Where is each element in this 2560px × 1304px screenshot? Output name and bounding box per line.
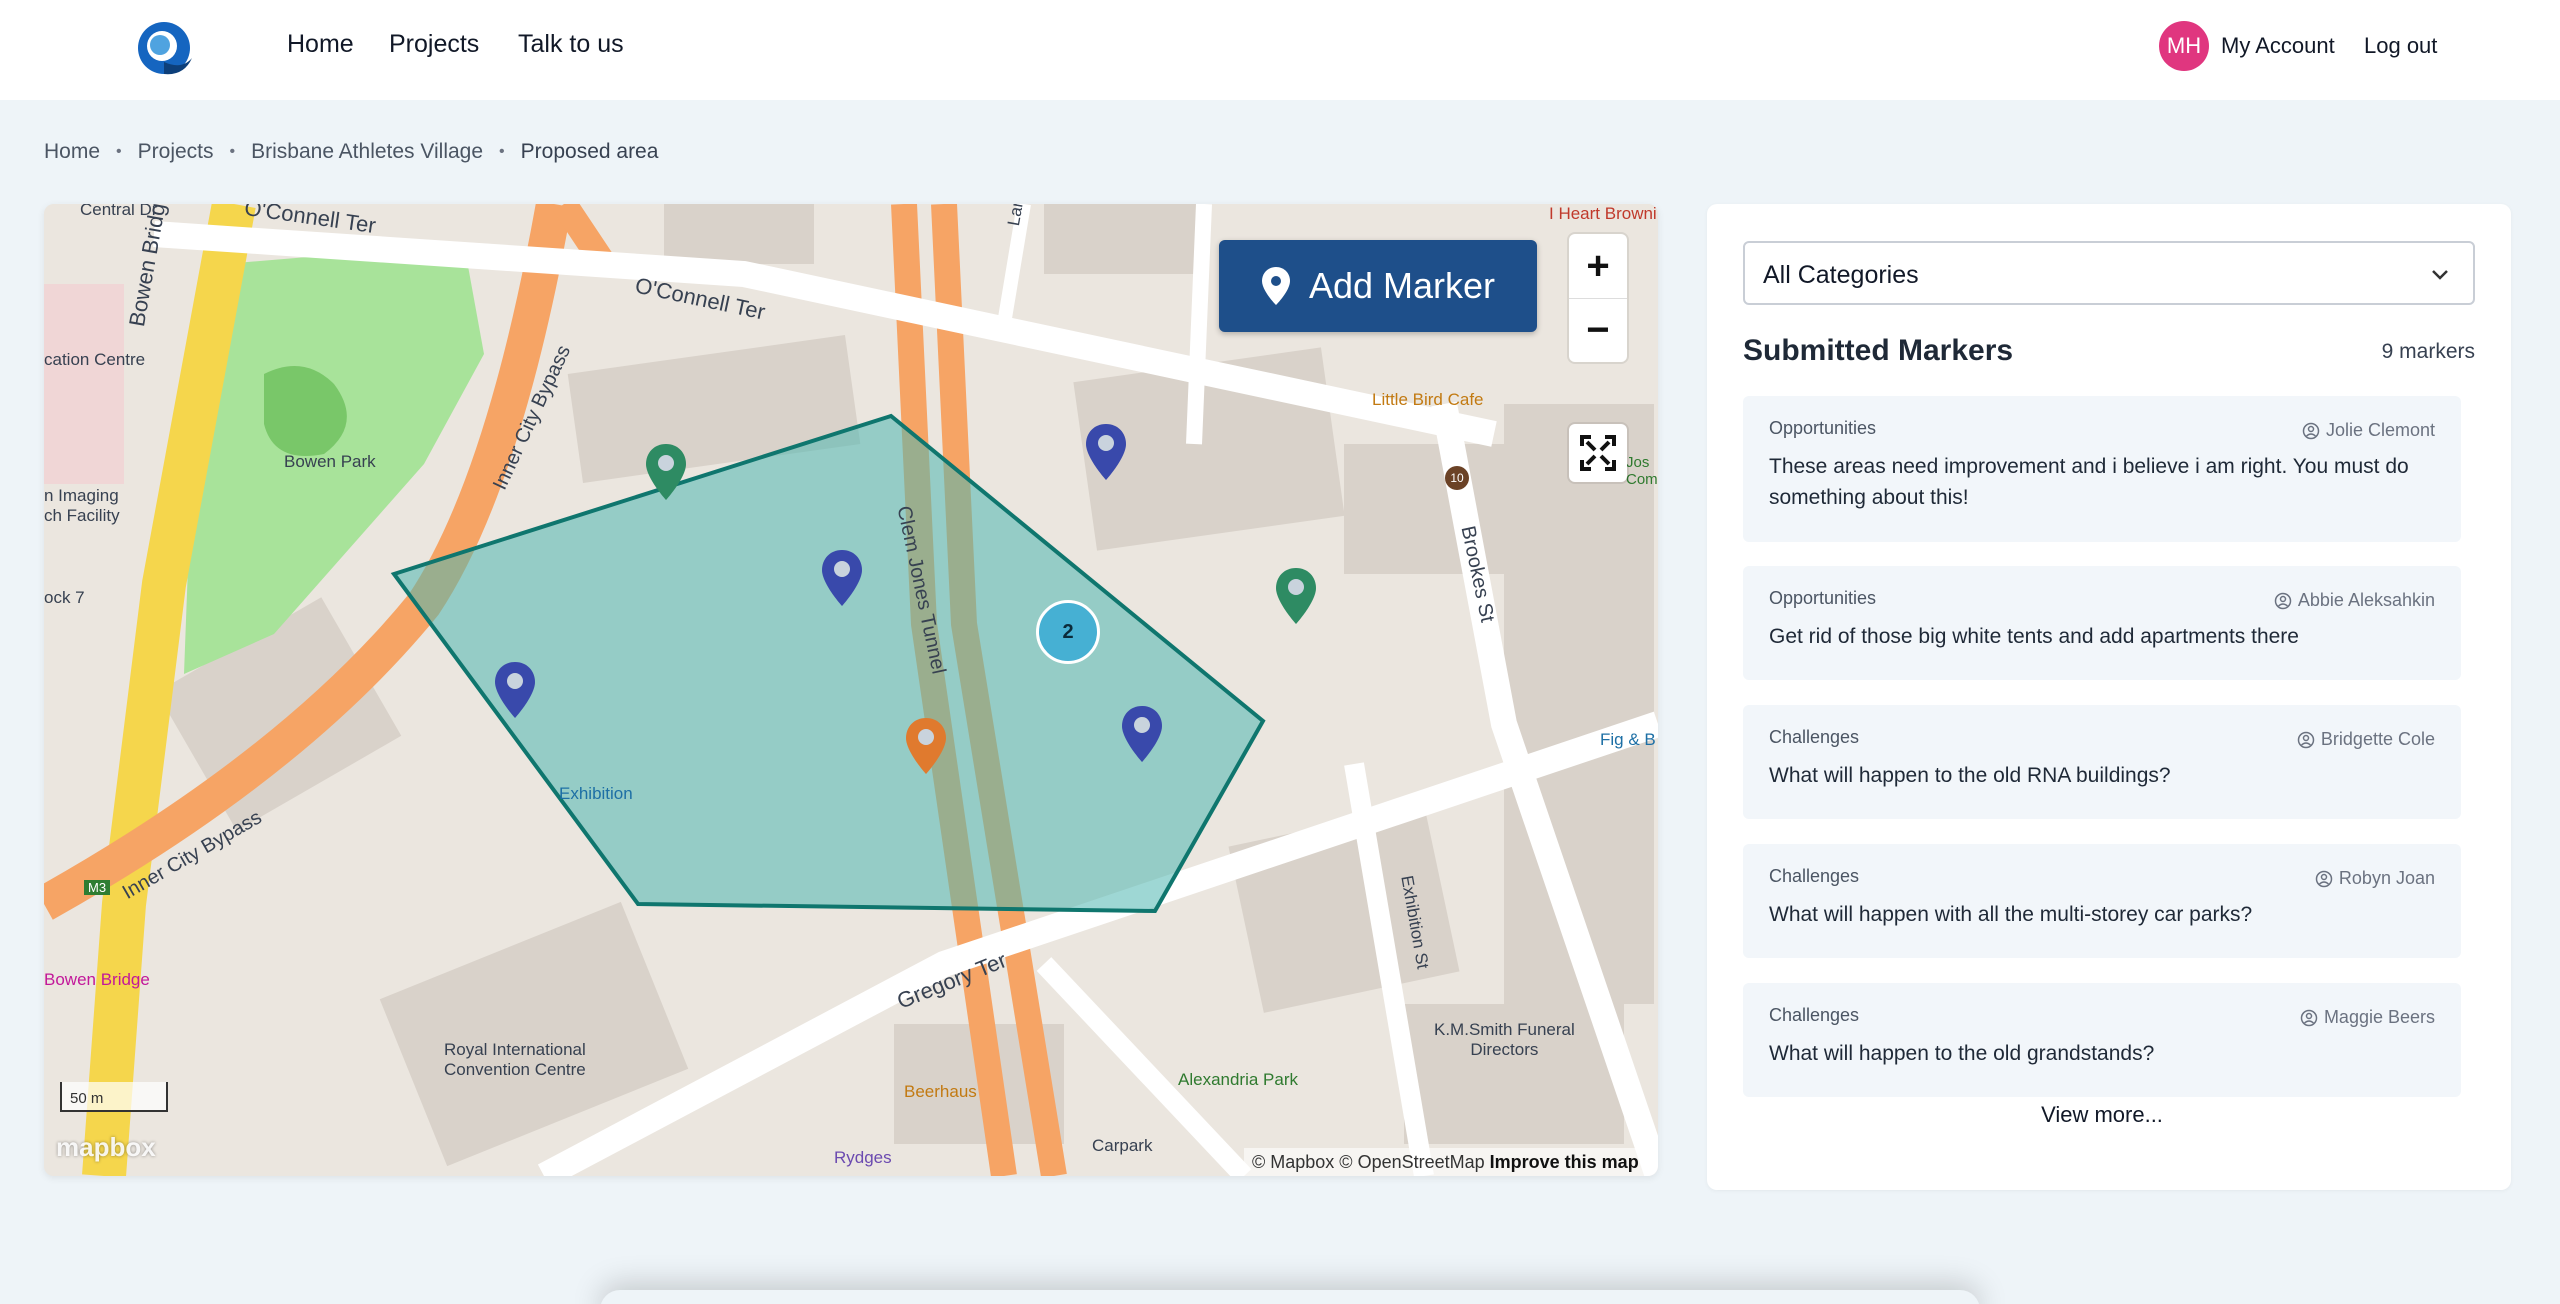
marker-author-name: Bridgette Cole [2320,729,2435,749]
top-navbar: Home Projects Talk to us MH My Account L… [0,0,2560,100]
marker-author: Bridgette Cole [2297,729,2435,750]
marker-author-name: Jolie Clemont [2325,420,2435,440]
map-label-beerhaus: Beerhaus [904,1082,977,1101]
nav-talk-link[interactable]: Talk to us [518,30,624,59]
user-circle-icon [2302,422,2320,439]
marker-card[interactable]: Challenges Bridgette Cole What will happ… [1743,705,2461,819]
add-marker-button[interactable]: Add Marker [1219,240,1537,332]
panel-title: Submitted Markers [1743,334,2014,367]
map-label-i-heart-brownies: I Heart Browni [1549,204,1657,223]
map-label-little-bird-cafe: Little Bird Cafe [1372,390,1484,409]
map-poi-10-badge: 10 [1445,466,1469,490]
nav-projects-link[interactable]: Projects [389,30,479,59]
zoom-control: + − [1569,234,1627,362]
marker-cluster[interactable]: 2 [1036,600,1100,664]
fullscreen-icon [1580,435,1616,471]
user-circle-icon [2315,870,2333,887]
map-marker-green-icon[interactable] [644,442,688,502]
zoom-in-button[interactable]: + [1569,234,1627,298]
map-label-bowen-bridge: Bowen Bridge [44,970,150,989]
bottom-panel-edge [600,1290,1980,1304]
map-marker-blue-icon[interactable] [1120,704,1164,764]
marker-text: These areas need improvement and i belie… [1769,455,2409,509]
breadcrumb-separator: • [116,143,122,160]
map-label-m3-shield: M3 [84,880,111,895]
map-label-carpark: Carpark [1092,1136,1153,1155]
map-label-dock-7: ock 7 [44,588,85,607]
marker-card[interactable]: Opportunities Jolie Clemont These areas … [1743,396,2461,542]
attribution-text[interactable]: © Mapbox © OpenStreetMap [1252,1152,1485,1172]
map-label-royal-international: Royal International Convention Centre [444,1040,586,1079]
map-label-exhibition: Exhibition [559,784,633,803]
nav-home-link[interactable]: Home [287,30,354,59]
marker-author-name: Robyn Joan [2338,868,2435,888]
chevron-down-icon [2432,270,2448,280]
logout-link[interactable]: Log out [2364,33,2437,59]
marker-author-name: Abbie Aleksahkin [2297,590,2435,610]
marker-card[interactable]: Opportunities Abbie Aleksahkin Get rid o… [1743,566,2461,680]
marker-author: Robyn Joan [2315,868,2435,889]
marker-author: Abbie Aleksahkin [2274,590,2435,611]
mapbox-logo[interactable]: mapbox [56,1132,156,1163]
my-account-link[interactable]: My Account [2221,33,2335,59]
marker-card[interactable]: Challenges Robyn Joan What will happen w… [1743,844,2461,958]
marker-author: Jolie Clemont [2302,420,2435,441]
map-view[interactable]: O'Connell Ter O'Connell Ter Bowen Bridge… [44,204,1658,1176]
improve-map-link[interactable]: Improve this map [1490,1152,1639,1172]
markers-sidebar: All Categories Submitted Markers 9 marke… [1707,204,2511,1190]
map-base-layer [44,204,1658,1176]
fullscreen-button[interactable] [1569,424,1627,482]
marker-text: Get rid of those big white tents and add… [1769,625,2299,648]
marker-count: 9 markers [2381,340,2475,363]
map-label-km-smith: K.M.Smith Funeral Directors [1434,1020,1575,1059]
map-marker-blue-icon[interactable] [1084,422,1128,482]
marker-author-name: Maggie Beers [2323,1007,2435,1027]
map-label-bowen-park: Bowen Park [284,452,376,471]
breadcrumb-home[interactable]: Home [44,140,100,164]
user-avatar[interactable]: MH [2159,21,2209,71]
map-marker-blue-icon[interactable] [820,548,864,608]
map-label-fig-b: Fig & B [1600,730,1656,749]
map-label-central-dr: Central Dr [80,204,158,219]
user-circle-icon [2297,731,2315,748]
breadcrumb-projects[interactable]: Projects [138,140,214,164]
category-select[interactable]: All Categories [1743,241,2475,305]
marker-card[interactable]: Challenges Maggie Beers What will happen… [1743,983,2461,1097]
breadcrumb-current: Proposed area [520,140,659,163]
map-label-education-centre: cation Centre [44,350,146,369]
map-label-rydges: Rydges [834,1148,892,1167]
map-label-alexandria-park: Alexandria Park [1178,1070,1299,1089]
marker-text: What will happen to the old RNA building… [1769,764,2171,787]
map-marker-orange-icon[interactable] [904,716,948,776]
add-marker-label: Add Marker [1308,265,1496,306]
breadcrumb-separator: • [499,143,505,160]
marker-text: What will happen with all the multi-stor… [1769,903,2253,926]
brand-logo-icon[interactable] [134,18,194,78]
map-attribution: © Mapbox © OpenStreetMap Improve this ma… [1244,1148,1647,1176]
map-label-imaging-facility: n Imaging ch Facility [44,486,120,525]
marker-author: Maggie Beers [2300,1007,2435,1028]
category-select-value: All Categories [1763,261,1919,289]
view-more-link[interactable]: View more... [1743,1102,2461,1128]
breadcrumb-project[interactable]: Brisbane Athletes Village [251,140,483,164]
location-pin-icon [1261,267,1290,305]
user-circle-icon [2274,592,2292,609]
map-marker-blue-icon[interactable] [493,660,537,720]
map-label-jos: Jos Comm [1626,454,1658,488]
user-circle-icon [2300,1009,2318,1026]
map-scale-bar: 50 m [60,1082,168,1112]
breadcrumb: Home • Projects • Brisbane Athletes Vill… [44,140,658,164]
zoom-out-button[interactable]: − [1569,298,1627,362]
map-marker-green-icon[interactable] [1274,566,1318,626]
marker-text: What will happen to the old grandstands? [1769,1042,2155,1065]
breadcrumb-separator: • [229,143,236,160]
